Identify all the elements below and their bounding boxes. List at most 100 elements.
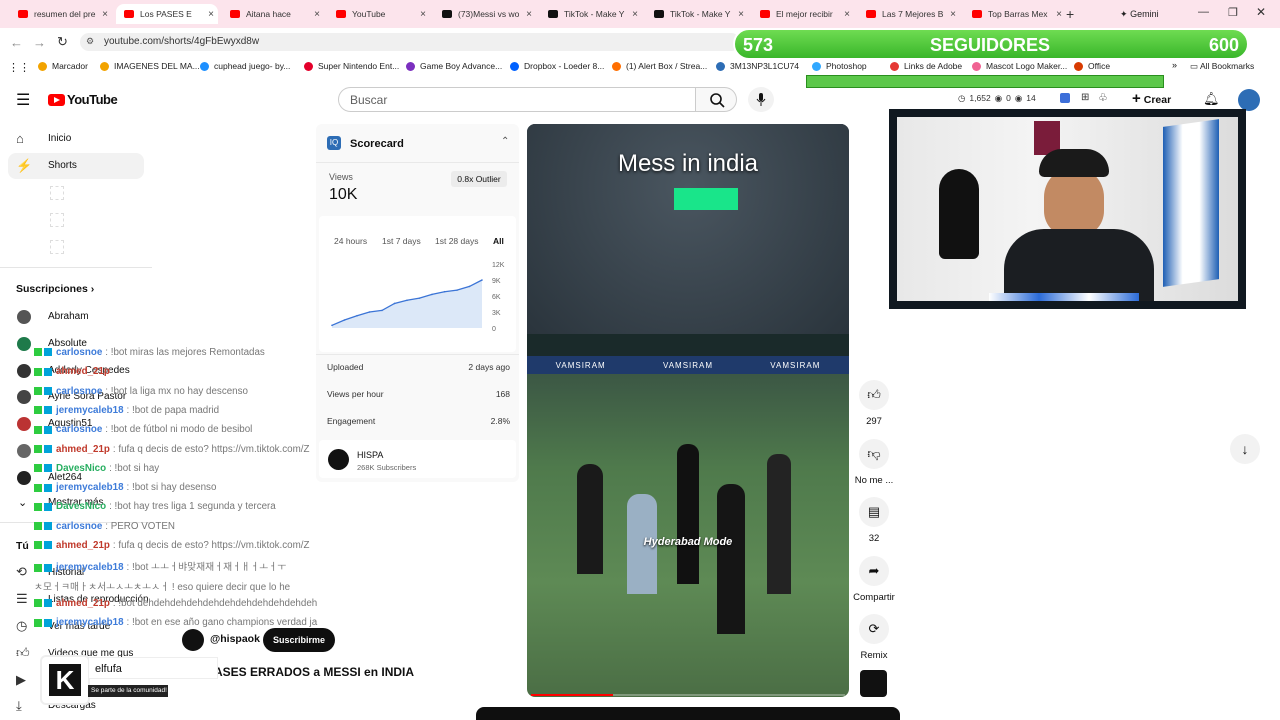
sidebar-section-suscripciones[interactable]: Suscripciones ›: [16, 283, 94, 295]
address-bar[interactable]: youtube.com/shorts/4gFbEwyxd8w: [80, 33, 740, 51]
stream-user-sub: Se parte de la comunidad!: [88, 685, 168, 697]
url-text: youtube.com/shorts/4gFbEwyxd8w: [104, 36, 260, 47]
bookmark-item[interactable]: (1) Alert Box / Strea...: [612, 61, 707, 71]
reload-icon[interactable]: ↻: [57, 34, 68, 50]
views-label: Views: [329, 172, 353, 182]
tab-close-icon[interactable]: ×: [738, 9, 744, 20]
bookmark-item[interactable]: 3M13NP3L1CU74: [716, 61, 799, 71]
tab-item[interactable]: Los PASES E ×: [116, 4, 218, 24]
bookmark-icon: [1074, 61, 1083, 71]
chat-text: ㅊ모ㅓㅋ매ㅏㅊ서ㅗㅅㅗㅊㅗㅅㅓ ! eso quiere decir que l…: [34, 581, 291, 593]
chat-message: carlosnoe: !bot miras las mejores Remont…: [34, 347, 265, 358]
bookmark-label: 3M13NP3L1CU74: [730, 61, 799, 71]
scorecard-tab[interactable]: 24 hours: [334, 236, 367, 246]
video-progress-track[interactable]: [531, 694, 845, 696]
apps-icon[interactable]: ⋮⋮: [8, 61, 30, 74]
jacket: [939, 169, 979, 259]
dislike-action[interactable]: 👎︎ No me ...: [849, 439, 899, 486]
search-button[interactable]: [695, 87, 737, 112]
forward-icon[interactable]: →: [33, 35, 46, 50]
share-action[interactable]: ➦ Compartir: [849, 556, 899, 603]
apps-icon[interactable]: ⊞: [1081, 92, 1089, 103]
bookmark-item[interactable]: Super Nintendo Ent...: [304, 61, 399, 71]
next-arrow-icon[interactable]: ↓: [1230, 434, 1260, 464]
create-button[interactable]: + Crear: [1132, 88, 1192, 110]
tab-close-icon[interactable]: ×: [1056, 9, 1062, 20]
history-icon: ⟲: [16, 564, 27, 579]
more-bookmarks-chevron-icon[interactable]: »: [1172, 60, 1177, 70]
bookmark-item[interactable]: Photoshop: [812, 61, 867, 71]
extension-leaf-icon[interactable]: ♧: [1098, 91, 1108, 104]
tab-close-icon[interactable]: ×: [102, 9, 108, 20]
tab-item[interactable]: Top Barras Mex ×: [964, 4, 1066, 24]
bookmark-item[interactable]: Marcador: [38, 61, 88, 71]
back-icon[interactable]: ←: [10, 35, 23, 50]
youtube-logo[interactable]: YouTube: [48, 92, 118, 107]
audio-thumbnail[interactable]: [860, 670, 887, 697]
comments-action[interactable]: ▤ 32: [849, 497, 899, 544]
close-window-button[interactable]: ✕: [1256, 5, 1266, 19]
scorecard-tab[interactable]: 1st 28 days: [435, 236, 478, 246]
bookmark-icon: [612, 61, 621, 71]
bookmark-item[interactable]: IMAGENES DEL MA...: [100, 61, 200, 71]
site-info-icon[interactable]: ⚙: [86, 36, 94, 47]
voice-search-button[interactable]: [748, 87, 774, 112]
minimize-button[interactable]: —: [1198, 6, 1209, 18]
tab-close-icon[interactable]: ×: [526, 9, 532, 20]
restore-button[interactable]: ❐: [1228, 6, 1238, 19]
tab-item[interactable]: Aitana hace ×: [222, 4, 324, 24]
tab-close-icon[interactable]: ×: [950, 9, 956, 20]
tab-item[interactable]: TikTok - Make Y ×: [646, 4, 748, 24]
subscribe-button[interactable]: Suscribirme: [263, 628, 335, 652]
tab-item[interactable]: TikTok - Make Y ×: [540, 4, 642, 24]
bookmark-item[interactable]: Office: [1074, 61, 1110, 71]
tab-item[interactable]: (73)Messi vs wo ×: [434, 4, 536, 24]
tab-item[interactable]: resumen del pre ×: [10, 4, 112, 24]
scorecard-tab[interactable]: All: [493, 236, 504, 246]
search-input[interactable]: Buscar: [338, 87, 696, 112]
tab-close-icon[interactable]: ×: [208, 9, 214, 20]
all-bookmarks-folder[interactable]: ▭ All Bookmarks: [1190, 61, 1254, 72]
kick-badge-icon: [34, 348, 42, 357]
remix-action[interactable]: ⟳ Remix: [849, 614, 899, 661]
webcam-frame-accent: [989, 293, 1139, 301]
tab-close-icon[interactable]: ×: [314, 9, 320, 20]
menu-icon[interactable]: ☰: [16, 90, 30, 110]
tab-item[interactable]: El mejor recibir ×: [752, 4, 854, 24]
bookmark-item[interactable]: cuphead juego- by...: [200, 61, 290, 71]
new-tab-button[interactable]: +: [1066, 6, 1074, 22]
tab-close-icon[interactable]: ×: [420, 9, 426, 20]
tab-favicon-icon: [124, 10, 134, 18]
bookmark-item[interactable]: Mascot Logo Maker...: [972, 61, 1067, 71]
views-value: 10K: [329, 186, 358, 203]
bookmark-item[interactable]: Dropbox - Loeder 8...: [510, 61, 604, 71]
sidebar-section-tu[interactable]: Tú: [16, 540, 29, 552]
tab-close-icon[interactable]: ×: [632, 9, 638, 20]
stream-user-logo: K: [42, 657, 88, 703]
collapse-chevron-icon[interactable]: ⌃: [501, 136, 509, 147]
shorts-video-player[interactable]: VAMSIRAM VAMSIRAM VAMSIRAM Mess in india…: [527, 124, 849, 697]
like-action[interactable]: 👍︎ 297: [849, 380, 899, 427]
tab-close-icon[interactable]: ×: [844, 9, 850, 20]
gemini-button[interactable]: ✦ Gemini: [1120, 4, 1182, 24]
scorecard-tab[interactable]: 1st 7 days: [382, 236, 421, 246]
extension-icon[interactable]: [1060, 93, 1070, 103]
bookmark-item[interactable]: Game Boy Advance...: [406, 61, 502, 71]
chat-message: ahmed_21p: fufa q decis de esto? https:/…: [34, 444, 310, 455]
tab-item[interactable]: Las 7 Mejores B ×: [858, 4, 960, 24]
kick-badge-icon: [34, 522, 42, 531]
scorecard-title: Scorecard: [350, 138, 404, 150]
chart-y-tick: 12K: [492, 262, 505, 269]
notifications-bell-icon[interactable]: 🔔︎: [1203, 91, 1220, 107]
next-short-preview[interactable]: [476, 707, 900, 720]
tab-item[interactable]: YouTube ×: [328, 4, 430, 24]
channel-handle[interactable]: @hispaok: [210, 633, 260, 645]
avatar[interactable]: [1238, 89, 1260, 111]
chat-username: ahmed_21p: [56, 366, 110, 378]
bookmark-item[interactable]: Links de Adobe: [890, 61, 962, 71]
banner-word: VAMSIRAM: [662, 360, 714, 370]
chart-point: [381, 309, 383, 312]
subscription-item[interactable]: Abraham: [48, 311, 89, 322]
sidebar-item-inicio[interactable]: Inicio: [48, 133, 71, 144]
channel-avatar[interactable]: [182, 629, 204, 651]
